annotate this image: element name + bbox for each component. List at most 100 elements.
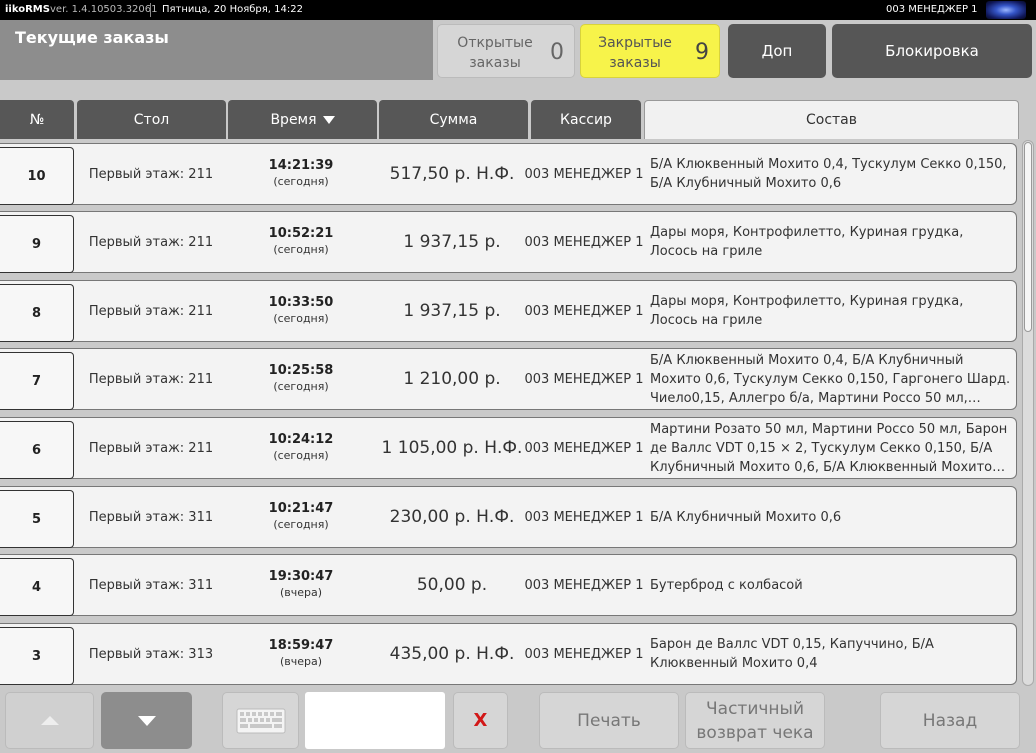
- order-row[interactable]: 10 Первый этаж: 211 14:21:39 (сегодня) 51…: [0, 143, 1017, 205]
- current-user: 003 МЕНЕДЖЕР 1: [886, 4, 978, 15]
- open-orders-label: Открытые заказы: [457, 35, 533, 71]
- column-header-time[interactable]: Время: [228, 100, 377, 139]
- order-day: (сегодня): [273, 380, 329, 393]
- order-day: (сегодня): [273, 175, 329, 188]
- order-items: Бутерброд с колбасой: [650, 577, 803, 593]
- arrow-up-icon: [40, 716, 59, 725]
- closed-orders-filter[interactable]: Закрытые заказы 9: [580, 24, 720, 78]
- order-table: Первый этаж: 313: [88, 646, 214, 662]
- order-row[interactable]: 4 Первый этаж: 311 19:30:47 (вчера) 50,00…: [0, 554, 1017, 616]
- order-day: (сегодня): [273, 312, 329, 325]
- order-day: (сегодня): [273, 243, 329, 256]
- orders-scrollbar[interactable]: [1022, 140, 1034, 686]
- order-table: Первый этаж: 311: [88, 509, 214, 525]
- app-name: iikoRMS: [5, 4, 50, 15]
- order-number: 4: [0, 558, 74, 616]
- order-number: 8: [0, 284, 74, 342]
- order-sum: 1 105,00 р. Н.Ф.: [381, 438, 523, 458]
- order-row[interactable]: 9 Первый этаж: 211 10:52:21 (сегодня) 1 9…: [0, 211, 1017, 273]
- closed-orders-count: 9: [695, 40, 709, 65]
- search-input[interactable]: [305, 692, 445, 749]
- order-day: (сегодня): [273, 449, 329, 462]
- order-row[interactable]: 7 Первый этаж: 211 10:25:58 (сегодня) 1 2…: [0, 348, 1017, 410]
- order-sum: 435,00 р. Н.Ф.: [389, 644, 515, 664]
- order-sum: 517,50 р. Н.Ф.: [389, 164, 515, 184]
- order-cashier: 003 МЕНЕДЖЕР 1: [524, 371, 644, 387]
- order-cashier: 003 МЕНЕДЖЕР 1: [524, 166, 644, 182]
- partial-refund-button[interactable]: Частичный возврат чека: [685, 692, 825, 749]
- title-bar: iikoRMS ver. 1.4.10503.32061 Пятница, 20…: [0, 0, 1036, 20]
- sort-descending-icon: [322, 115, 335, 124]
- keyboard-button[interactable]: [222, 692, 299, 749]
- order-cashier: 003 МЕНЕДЖЕР 1: [524, 646, 644, 662]
- extra-button[interactable]: Доп: [728, 24, 826, 78]
- order-sum: 50,00 р.: [416, 575, 488, 595]
- closed-orders-label: Закрытые заказы: [598, 35, 672, 71]
- order-table: Первый этаж: 211: [88, 303, 214, 319]
- order-row[interactable]: 5 Первый этаж: 311 10:21:47 (сегодня) 230…: [0, 486, 1017, 548]
- order-sum: 230,00 р. Н.Ф.: [389, 507, 515, 527]
- order-items: Дары моря, Контрофилетто, Куриная грудка…: [650, 294, 964, 328]
- order-sum: 1 937,15 р.: [403, 301, 501, 321]
- current-datetime: Пятница, 20 Ноября, 14:22: [162, 4, 303, 15]
- keyboard-icon: [236, 708, 285, 733]
- partial-refund-line1: Частичный: [706, 698, 804, 719]
- scrollbar-thumb[interactable]: [1024, 142, 1032, 332]
- title-panel: Текущие заказы: [0, 20, 433, 80]
- header: Текущие заказы Открытые заказы 0 Закрыты…: [0, 20, 1036, 84]
- clear-search-button[interactable]: X: [453, 692, 508, 749]
- order-items: Мартини Розато 50 мл, Мартини Россо 50 м…: [650, 421, 1008, 475]
- page-title: Текущие заказы: [15, 28, 169, 47]
- order-number: 5: [0, 490, 74, 548]
- order-row[interactable]: 6 Первый этаж: 211 10:24:12 (сегодня) 1 1…: [0, 417, 1017, 479]
- order-time: 10:24:12 (сегодня): [228, 432, 374, 463]
- order-time: 14:21:39 (сегодня): [228, 158, 374, 189]
- print-button[interactable]: Печать: [539, 692, 679, 749]
- order-number: 3: [0, 627, 74, 685]
- orders-list: 10 Первый этаж: 211 14:21:39 (сегодня) 51…: [0, 140, 1018, 686]
- column-header-table[interactable]: Стол: [77, 100, 226, 139]
- order-table: Первый этаж: 211: [88, 440, 214, 456]
- arrow-down-icon: [137, 715, 156, 726]
- order-cashier: 003 МЕНЕДЖЕР 1: [524, 303, 644, 319]
- column-header-cashier[interactable]: Кассир: [531, 100, 641, 139]
- scroll-up-button[interactable]: [5, 692, 94, 749]
- order-number: 6: [0, 421, 74, 479]
- order-items: Б/А Клубничный Мохито 0,6: [650, 509, 842, 525]
- open-orders-filter[interactable]: Открытые заказы 0: [437, 24, 575, 78]
- lock-button[interactable]: Блокировка: [832, 24, 1032, 78]
- order-items: Б/А Клюквенный Мохито 0,4, Б/А Клубничны…: [650, 352, 1011, 406]
- column-header-items[interactable]: Состав: [644, 100, 1019, 139]
- column-header-sum[interactable]: Сумма: [379, 100, 528, 139]
- order-items: Барон де Валлс VDT 0,15, Капуччино, Б/А …: [650, 637, 934, 671]
- order-items: Б/А Клюквенный Мохито 0,4, Тускулум Секк…: [650, 157, 1007, 191]
- order-sum: 1 937,15 р.: [403, 232, 501, 252]
- order-row[interactable]: 3 Первый этаж: 313 18:59:47 (вчера) 435,0…: [0, 623, 1017, 685]
- partial-refund-line2: возврат чека: [696, 722, 814, 743]
- order-time: 10:21:47 (сегодня): [228, 501, 374, 532]
- back-button[interactable]: Назад: [880, 692, 1020, 749]
- title-separator: [150, 3, 151, 17]
- order-number: 7: [0, 352, 74, 410]
- brand-logo-icon: [986, 1, 1026, 19]
- order-day: (вчера): [279, 655, 323, 668]
- order-table: Первый этаж: 211: [88, 166, 214, 182]
- order-time: 10:25:58 (сегодня): [228, 363, 374, 394]
- order-cashier: 003 МЕНЕДЖЕР 1: [524, 440, 644, 456]
- column-header-number[interactable]: №: [0, 100, 74, 139]
- order-number: 10: [0, 147, 74, 205]
- app-version: ver. 1.4.10503.32061: [50, 4, 158, 15]
- order-cashier: 003 МЕНЕДЖЕР 1: [524, 577, 644, 593]
- order-day: (вчера): [279, 586, 323, 599]
- order-table: Первый этаж: 211: [88, 371, 214, 387]
- order-time: 10:52:21 (сегодня): [228, 226, 374, 257]
- order-row[interactable]: 8 Первый этаж: 211 10:33:50 (сегодня) 1 9…: [0, 280, 1017, 342]
- order-table: Первый этаж: 311: [88, 577, 214, 593]
- order-day: (сегодня): [273, 518, 329, 531]
- order-time: 19:30:47 (вчера): [228, 569, 374, 600]
- open-orders-count: 0: [550, 40, 564, 65]
- order-sum: 1 210,00 р.: [403, 369, 501, 389]
- order-items: Дары моря, Контрофилетто, Куриная грудка…: [650, 225, 964, 259]
- order-cashier: 003 МЕНЕДЖЕР 1: [524, 234, 644, 250]
- scroll-down-button[interactable]: [101, 692, 192, 749]
